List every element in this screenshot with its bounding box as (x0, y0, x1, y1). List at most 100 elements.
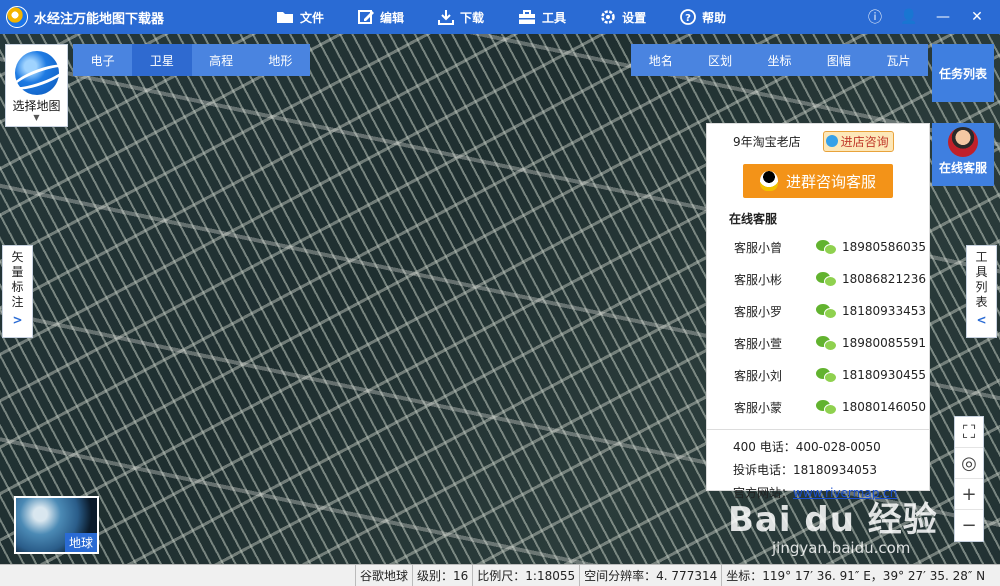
menu-tools[interactable]: 工具 (518, 9, 566, 26)
map-select-button[interactable]: 选择地图 ▼ (5, 44, 68, 127)
agent-phone: 18980085591 (842, 336, 926, 350)
help-icon: ? (680, 9, 696, 25)
side-left-char: 注 (11, 295, 24, 309)
menu-file-label: 文件 (300, 10, 325, 25)
zoom-out-button[interactable]: − (955, 510, 983, 541)
chevron-right-icon: > (12, 313, 23, 327)
close-button[interactable]: ✕ (960, 9, 994, 25)
map-select-label: 选择地图 (12, 99, 61, 113)
side-right-char: 工 (975, 250, 988, 264)
tab-tiles[interactable]: 瓦片 (869, 44, 928, 76)
app-logo-icon (6, 6, 28, 28)
tab-map-sheets[interactable]: 图幅 (809, 44, 868, 76)
globe-logo-icon (14, 51, 59, 95)
service-agent-row[interactable]: 客服小罗 18180933453 (707, 295, 929, 327)
join-qq-group-button[interactable]: 进群咨询客服 (743, 164, 893, 198)
menu-tools-label: 工具 (542, 10, 567, 25)
wechat-icon (816, 400, 837, 415)
download-icon (438, 10, 455, 25)
watermark-url: jingyan.baidu.com (772, 539, 911, 557)
agent-name: 客服小曾 (734, 240, 783, 255)
side-left-char: 量 (11, 265, 24, 279)
earth-thumb-label: 地球 (64, 533, 97, 552)
website-label: 官方网站： (733, 486, 794, 500)
service-agent-row[interactable]: 客服小萱 18980085591 (707, 327, 929, 359)
side-left-char: 标 (11, 280, 24, 294)
window-controls: ⓘ 👤 — ✕ (858, 0, 994, 34)
agent-phone: 18086821236 (842, 272, 926, 286)
side-right-char: 具 (975, 265, 988, 279)
map-type-tabs: 电子 卫星 高程 地形 (73, 44, 310, 76)
caret-down-icon: ▼ (33, 113, 40, 122)
menu-download[interactable]: 下载 (438, 9, 484, 26)
minimize-button[interactable]: — (926, 9, 960, 25)
online-service-section-title: 在线客服 (729, 212, 778, 226)
status-level: 级别：16 (412, 564, 472, 586)
menu-help-label: 帮助 (702, 10, 727, 25)
tool-list-tab[interactable]: 工 具 列 表 < (966, 245, 997, 338)
status-scale: 比例尺：1:18055 (472, 564, 579, 586)
tab-districts[interactable]: 区划 (690, 44, 749, 76)
menu-help[interactable]: ? 帮助 (680, 9, 726, 26)
store-consult-button[interactable]: 进店咨询 (822, 130, 894, 152)
svg-text:?: ? (685, 13, 691, 24)
status-coordinates: 坐标：119° 17′ 36. 91″ E，39° 27′ 35. 28″ N (721, 564, 989, 586)
agent-phone: 18180933453 (842, 304, 926, 318)
earth-view-thumbnail[interactable]: 地球 (14, 496, 99, 554)
task-list-button[interactable]: 任务列表 (932, 44, 994, 102)
app-title: 水经注万能地图下载器 (34, 11, 165, 27)
qq-penguin-icon (759, 171, 778, 191)
menu-settings-label: 设置 (622, 10, 647, 25)
map-zoom-controls: ⛶ ◎ + − (954, 416, 984, 542)
title-bar: 水经注万能地图下载器 文件 编辑 下载 工具 设置 ? 帮助 ⓘ 👤 — ✕ (0, 0, 1000, 34)
tab-satellite[interactable]: 卫星 (132, 44, 192, 76)
side-right-char: 表 (975, 295, 988, 309)
tab-place-names[interactable]: 地名 (631, 44, 690, 76)
agent-phone: 18080146050 (842, 400, 926, 414)
edit-icon (358, 10, 375, 24)
chevron-left-icon: < (976, 313, 987, 327)
menu-download-label: 下载 (460, 10, 485, 25)
complaint-phone: 投诉电话：18180934053 (733, 463, 877, 477)
status-resolution: 空间分辨率：4. 777314 (579, 564, 721, 586)
side-left-char: 矢 (11, 250, 24, 264)
menu-settings[interactable]: 设置 (600, 9, 646, 26)
folder-icon (277, 12, 293, 23)
info-icon[interactable]: ⓘ (858, 7, 892, 27)
zoom-in-button[interactable]: + (955, 479, 983, 510)
agent-name: 客服小刘 (734, 368, 783, 383)
wechat-icon (816, 272, 837, 287)
toolbox-icon (519, 10, 536, 24)
join-qq-group-label: 进群咨询客服 (785, 172, 876, 191)
service-agent-row[interactable]: 客服小刘 18180930455 (707, 359, 929, 391)
menu-edit-label: 编辑 (380, 10, 405, 25)
vector-annotation-tab[interactable]: 矢 量 标 注 > (2, 245, 33, 338)
service-agent-row[interactable]: 客服小曾 18980586035 (707, 231, 929, 263)
menu-file[interactable]: 文件 (276, 9, 324, 26)
tab-terrain[interactable]: 地形 (251, 44, 310, 76)
service-agent-row[interactable]: 客服小彬 18086821236 (707, 263, 929, 295)
tab-elevation[interactable]: 高程 (192, 44, 251, 76)
shop-label: 9年淘宝老店 (733, 134, 801, 149)
tab-coordinates[interactable]: 坐标 (750, 44, 809, 76)
online-service-button[interactable]: 在线客服 (932, 123, 994, 186)
service-agent-row[interactable]: 客服小蒙 18080146050 (707, 391, 929, 423)
chat-bubble-icon (825, 135, 838, 147)
online-service-label: 在线客服 (938, 161, 987, 175)
wechat-icon (816, 336, 837, 351)
website-link[interactable]: www.rivermap.cn (793, 486, 897, 500)
wechat-icon (816, 368, 837, 383)
service-panel-header: 9年淘宝老店 进店咨询 (707, 124, 929, 158)
agent-name: 客服小彬 (734, 272, 783, 287)
user-icon[interactable]: 👤 (892, 9, 926, 25)
store-consult-label: 进店咨询 (840, 134, 889, 149)
menu-edit[interactable]: 编辑 (358, 9, 404, 26)
fullscreen-icon[interactable]: ⛶ (955, 417, 983, 448)
tab-electronic[interactable]: 电子 (73, 44, 132, 76)
gear-icon (601, 10, 615, 24)
main-menu: 文件 编辑 下载 工具 设置 ? 帮助 (276, 0, 760, 34)
service-agent-avatar (948, 127, 978, 157)
website-row: 官方网站：www.rivermap.cn (707, 482, 929, 505)
divider (707, 429, 929, 430)
locate-icon[interactable]: ◎ (955, 448, 983, 479)
